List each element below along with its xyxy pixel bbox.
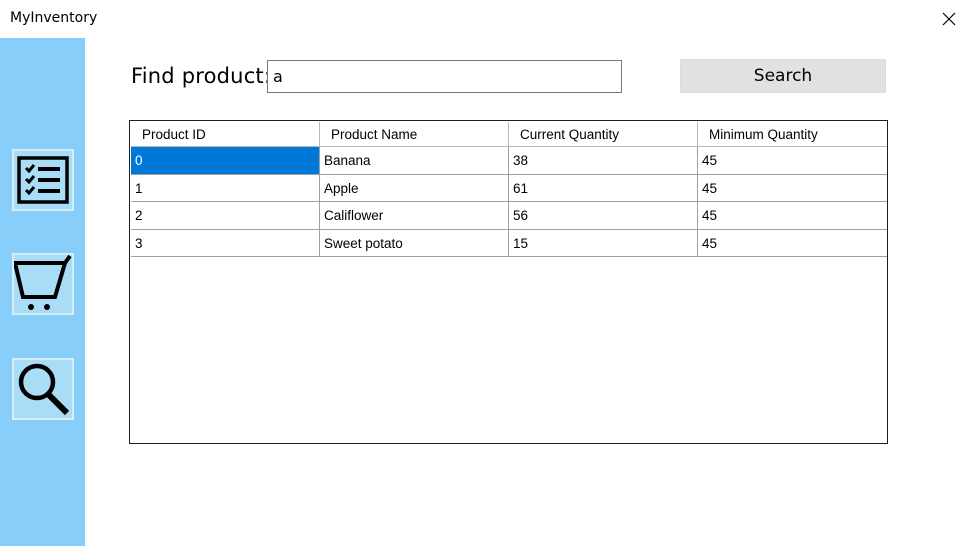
column-header-current-quantity[interactable]: Current Quantity — [509, 122, 698, 147]
table-cell[interactable]: Banana — [320, 147, 509, 175]
sidebar-item-search[interactable] — [12, 358, 74, 420]
title-bar: MyInventory — [0, 0, 972, 38]
search-input[interactable] — [267, 60, 622, 93]
table-row[interactable]: 1 Apple 61 45 — [131, 174, 887, 202]
table-cell[interactable]: 45 — [698, 230, 887, 257]
column-header-minimum-quantity[interactable]: Minimum Quantity — [698, 122, 887, 147]
table-cell[interactable]: 0 — [131, 147, 320, 175]
sidebar-item-product-list[interactable] — [12, 149, 74, 211]
product-table[interactable]: Product ID Product Name Current Quantity… — [129, 120, 888, 444]
table-row[interactable]: 3 Sweet potato 15 45 — [131, 229, 887, 257]
table-cell[interactable]: 56 — [509, 202, 698, 230]
table-cell[interactable]: 45 — [698, 147, 887, 175]
sidebar-item-cart[interactable] — [12, 253, 74, 315]
table-cell[interactable]: 61 — [509, 174, 698, 202]
table-cell[interactable]: Sweet potato — [320, 229, 509, 257]
table-cell[interactable]: 45 — [698, 202, 887, 230]
table-cell[interactable]: Apple — [320, 174, 509, 202]
magnifier-icon — [18, 363, 70, 416]
search-button[interactable]: Search — [680, 59, 886, 93]
table-cell[interactable]: 2 — [131, 202, 320, 230]
table-cell[interactable]: 15 — [509, 229, 698, 257]
column-header-product-name[interactable]: Product Name — [320, 122, 509, 147]
table-cell[interactable]: 1 — [131, 174, 320, 202]
table-header: Product ID Product Name Current Quantity… — [131, 122, 887, 147]
table-cell[interactable]: Califlower — [320, 202, 509, 230]
column-header-product-id[interactable]: Product ID — [131, 122, 320, 147]
table-cell[interactable]: 3 — [131, 229, 320, 257]
table-body: 0 Banana 38 45 1 Apple 61 45 2 Califlowe… — [131, 147, 887, 257]
close-button[interactable] — [926, 0, 972, 38]
sidebar — [0, 38, 85, 546]
table-row[interactable]: 0 Banana 38 45 — [131, 147, 887, 175]
table-cell[interactable]: 38 — [509, 147, 698, 175]
close-icon — [942, 12, 956, 26]
checklist-icon — [17, 156, 69, 204]
table-cell[interactable]: 45 — [698, 175, 887, 202]
table-row[interactable]: 2 Califlower 56 45 — [131, 202, 887, 230]
app-title: MyInventory — [10, 10, 98, 26]
cart-icon — [14, 255, 72, 310]
find-product-label: Find product: — [131, 64, 272, 88]
